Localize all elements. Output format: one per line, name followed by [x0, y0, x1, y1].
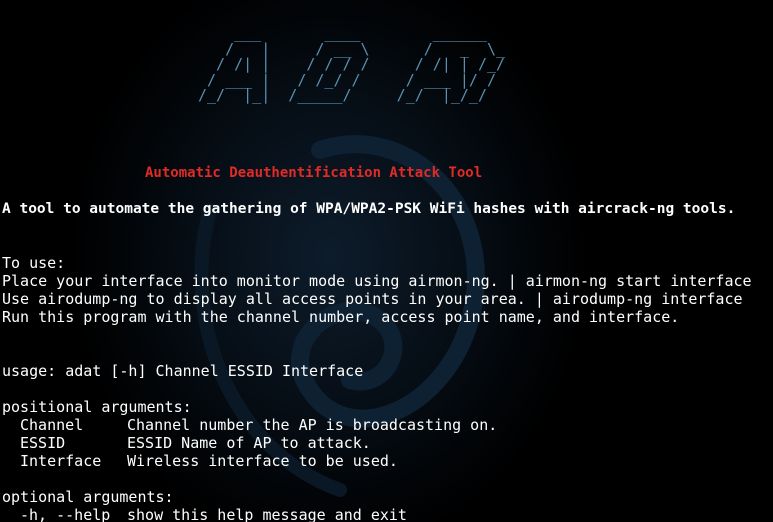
- instruction-step: Run this program with the channel number…: [2, 308, 680, 326]
- argument-name: Channel: [20, 416, 84, 434]
- instruction-step: Place your interface into monitor mode u…: [2, 272, 752, 290]
- usage-line: usage: adat [-h] Channel ESSID Interface: [2, 362, 364, 380]
- tool-subtitle: Automatic Deauthentification Attack Tool: [145, 165, 483, 181]
- adat-ascii-logo: ___ ____ ______ / | / __ \ / _ \_ / /| |…: [198, 24, 506, 105]
- optional-arguments-heading: optional arguments:: [2, 488, 174, 506]
- argument-help: Wireless interface to be used.: [127, 452, 398, 470]
- argument-help: ESSID Name of AP to attack.: [127, 434, 371, 452]
- argument-help: show this help message and exit: [127, 506, 407, 522]
- argument-name: Interface: [20, 452, 102, 470]
- terminal-window[interactable]: ___ ____ ______ / | / __ \ / _ \_ / /| |…: [0, 0, 773, 522]
- positional-arguments-heading: positional arguments:: [2, 398, 192, 416]
- instructions-heading: To use:: [2, 254, 66, 272]
- argument-help: Channel number the AP is broadcasting on…: [127, 416, 498, 434]
- argument-name: ESSID: [20, 434, 66, 452]
- argument-name: -h, --help: [20, 506, 111, 522]
- instruction-step: Use airodump-ng to display all access po…: [2, 290, 743, 308]
- tool-description: A tool to automate the gathering of WPA/…: [2, 201, 736, 217]
